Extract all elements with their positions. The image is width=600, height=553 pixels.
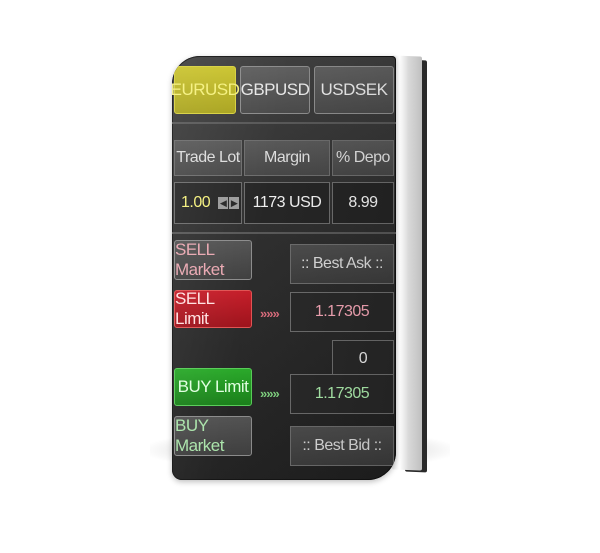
separator <box>172 122 396 124</box>
sell-arrow-icon: »»» <box>260 306 280 321</box>
buy-market-button[interactable]: BUY Market <box>174 416 252 456</box>
book-cover-trading-panel: EURUSD GBPUSD USDSEK Trade Lot Margin % … <box>172 56 396 480</box>
margin-value: 1173 USD <box>244 182 330 224</box>
best-ask-box: :: Best Ask :: <box>290 244 394 284</box>
depo-value: 8.99 <box>332 182 394 224</box>
best-bid-box: :: Best Bid :: <box>290 426 394 466</box>
tab-usdsek[interactable]: USDSEK <box>314 66 394 114</box>
buy-limit-price-input[interactable]: 1.17305 <box>290 374 394 414</box>
header-depo: % Depo <box>332 140 394 176</box>
lot-stepper[interactable]: 1.00 ◀ ▶ <box>174 182 242 224</box>
tab-eurusd[interactable]: EURUSD <box>172 66 240 114</box>
increase-icon[interactable]: ▶ <box>229 197 240 209</box>
buy-arrow-icon: »»» <box>260 386 280 401</box>
spread-value: 0 <box>332 340 394 378</box>
sell-limit-price-input[interactable]: 1.17305 <box>290 292 394 332</box>
sell-limit-button[interactable]: SELL Limit <box>174 289 252 328</box>
book-page-edges <box>392 55 422 471</box>
tab-gbpusd[interactable]: GBPUSD <box>240 66 310 114</box>
header-margin: Margin <box>244 140 330 176</box>
header-trade-lot: Trade Lot <box>174 140 242 176</box>
lot-stepper-arrows[interactable]: ◀ ▶ <box>218 197 240 209</box>
separator <box>172 232 396 234</box>
buy-limit-button[interactable]: BUY Limit <box>174 368 252 406</box>
lot-value[interactable]: 1.00 <box>181 194 211 212</box>
decrease-icon[interactable]: ◀ <box>218 197 229 209</box>
sell-market-button[interactable]: SELL Market <box>174 240 252 280</box>
